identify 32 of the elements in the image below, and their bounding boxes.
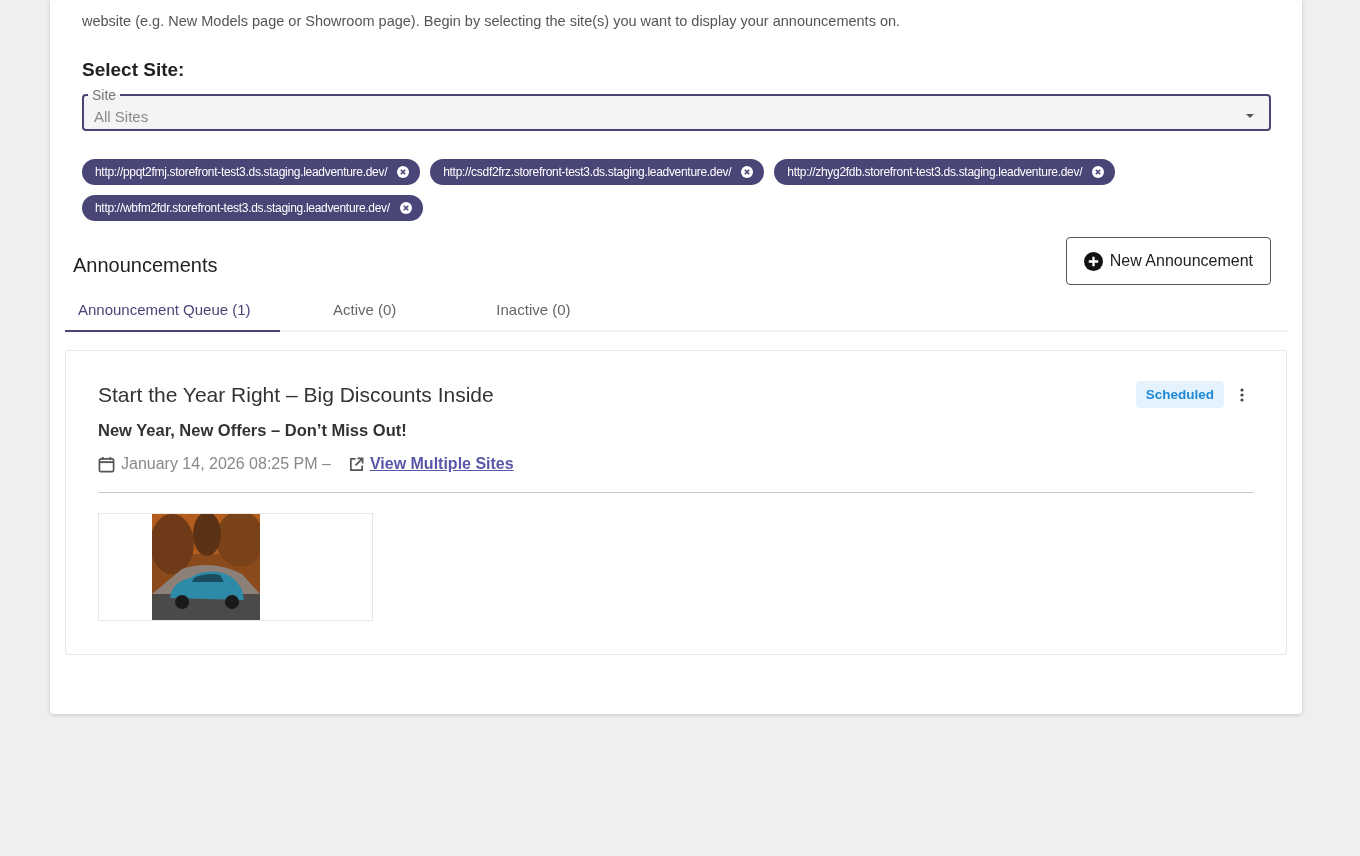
more-options-icon[interactable]	[1240, 387, 1244, 402]
chip-label: http://ppqt2fmj.storefront-test3.ds.staging.leadventure.dev/	[95, 165, 388, 179]
site-chip[interactable]: http://wbfm2fdr.storefront-test3.ds.staging.leadventure.dev/	[82, 195, 423, 221]
section-heading: Select Site:	[82, 59, 186, 81]
site-chip[interactable]: http://csdf2frz.storefront-test3.ds.staging.leadventure.dev/	[430, 159, 765, 185]
announcement-subtitle: New Year, New Offers – Don’t Miss Out!	[98, 421, 408, 440]
chip-label: http://zhyg2fdb.storefront-test3.ds.staging.leadventure.dev/	[787, 165, 1083, 179]
site-chip[interactable]: http://zhyg2fdb.storefront-test3.ds.staging.leadventure.dev/	[774, 159, 1116, 185]
field-label: Site	[91, 87, 118, 103]
view-sites-link[interactable]: View Multiple Sites	[369, 455, 514, 473]
tab[interactable]: Active (0)	[280, 291, 444, 332]
remove-icon	[741, 166, 754, 178]
chip-label: http://wbfm2fdr.storefront-test3.ds.staging.leadventure.dev/	[95, 201, 390, 215]
add-icon	[1083, 251, 1103, 271]
status-badge: Scheduled	[1135, 381, 1224, 408]
calendar-icon	[98, 455, 115, 473]
site-chip[interactable]: http://ppqt2fmj.storefront-test3.ds.staging.leadventure.dev/	[82, 159, 421, 185]
section-heading: Announcements	[73, 253, 218, 277]
field-value: All Sites	[94, 107, 150, 125]
remove-icon	[1092, 166, 1105, 178]
external-link-icon	[348, 456, 364, 472]
site-select[interactable]: Site All Sites	[82, 87, 1271, 131]
date-text: January 14, 2026 08:25 PM –	[121, 455, 331, 473]
chip-label: http://csdf2frz.storefront-test3.ds.staging.leadventure.dev/	[443, 165, 732, 179]
intro-text: website (e.g. New Models page or Showroom page). Begin by selecting the site(s) you want to display your announcements on.	[82, 12, 902, 30]
remove-icon	[397, 166, 410, 178]
tab[interactable]: Announcement Queue (1)	[65, 291, 280, 332]
remove-icon	[399, 202, 412, 214]
new-announcement-button[interactable]: New Announcement	[1065, 237, 1271, 285]
tab[interactable]: Inactive (0)	[443, 291, 618, 332]
dropdown-caret-icon	[1245, 113, 1255, 119]
announcement-title: Start the Year Right – Big Discounts Inside	[98, 382, 494, 407]
